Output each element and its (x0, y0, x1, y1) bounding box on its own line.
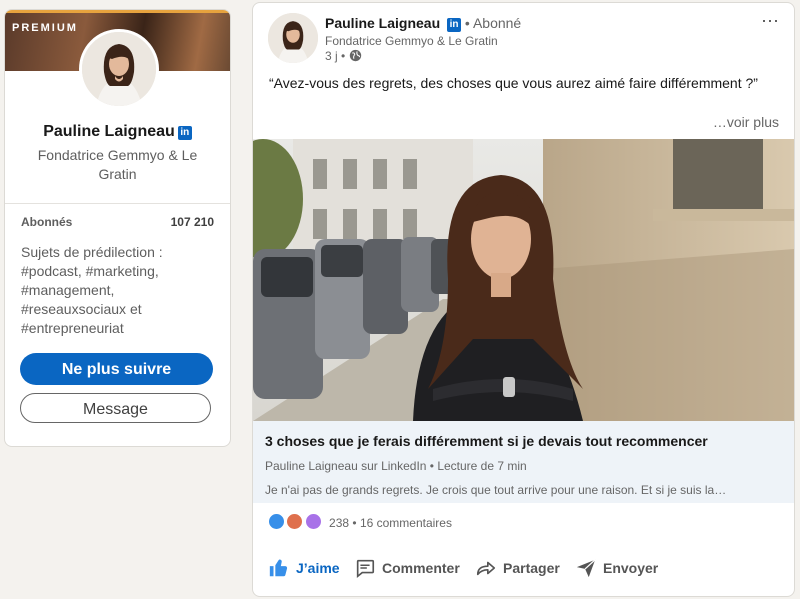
post-time-text: 3 j • (325, 49, 346, 63)
linkedin-icon: in (447, 18, 462, 32)
reactions-summary[interactable]: 238 • 16 commentaires (268, 513, 452, 530)
send-icon (576, 559, 596, 578)
article-meta: Pauline Laigneau sur LinkedIn • Lecture … (265, 459, 527, 473)
like-button[interactable]: J’aime (268, 557, 340, 579)
post-actions: J’aime Commenter Partager Envoyer (253, 549, 794, 589)
article-description: Je n'ai pas de grands regrets. Je crois … (265, 483, 727, 497)
comments-count[interactable]: • 16 commentaires (352, 516, 452, 530)
share-icon (476, 561, 496, 576)
post-author[interactable]: Pauline Laigneau in • Abonné (325, 15, 521, 32)
share-button[interactable]: Partager (475, 557, 560, 579)
post-author-headline: Fondatrice Gemmyo & Le Gratin (325, 34, 498, 48)
thumbs-up-icon (269, 559, 288, 577)
share-label: Partager (503, 560, 560, 576)
like-reaction-icon (268, 513, 285, 530)
post-time: 3 j • (325, 49, 362, 65)
post-author-name: Pauline Laigneau (325, 15, 441, 31)
profile-name-text: Pauline Laigneau (43, 123, 175, 140)
premium-badge: PREMIUM (12, 22, 78, 34)
reactions-count: 238 (329, 516, 350, 530)
see-more-link[interactable]: …voir plus (713, 114, 779, 130)
feed-post: Pauline Laigneau in • Abonné Fondatrice … (252, 2, 795, 597)
comment-icon (356, 559, 375, 578)
follow-state: • Abonné (464, 15, 522, 31)
profile-headline: Fondatrice Gemmyo & Le Gratin (37, 147, 198, 182)
post-image[interactable] (253, 139, 794, 421)
comment-button[interactable]: Commenter (354, 557, 460, 579)
send-label: Envoyer (603, 560, 659, 576)
curious-reaction-icon (304, 513, 322, 530)
profile-avatar[interactable] (79, 29, 159, 109)
globe-icon (349, 49, 362, 65)
author-avatar[interactable] (268, 13, 318, 63)
followers-row: Abonnés 107 210 (21, 215, 214, 229)
like-label: J’aime (296, 560, 340, 576)
followers-count: 107 210 (170, 215, 214, 229)
profile-topics: Sujets de prédilection : #podcast, #mark… (21, 244, 163, 336)
article-title: 3 choses que je ferais différemment si j… (265, 433, 708, 449)
article-preview[interactable]: 3 choses que je ferais différemment si j… (253, 421, 794, 503)
comment-label: Commenter (382, 560, 460, 576)
post-text: “Avez-vous des regrets, des choses que v… (269, 75, 758, 91)
message-button[interactable]: Message (20, 393, 211, 423)
unfollow-button[interactable]: Ne plus suivre (20, 353, 213, 385)
more-options-icon[interactable]: ⋯ (761, 11, 780, 32)
divider (5, 203, 230, 204)
linkedin-icon: in (177, 126, 192, 140)
profile-name[interactable]: Pauline Laigneau in (5, 123, 230, 141)
love-reaction-icon (286, 513, 304, 530)
followers-label: Abonnés (21, 215, 73, 229)
profile-card: PREMIUM Pauline Laigneau in Fondatrice Ge… (4, 9, 231, 447)
send-button[interactable]: Envoyer (575, 557, 658, 579)
